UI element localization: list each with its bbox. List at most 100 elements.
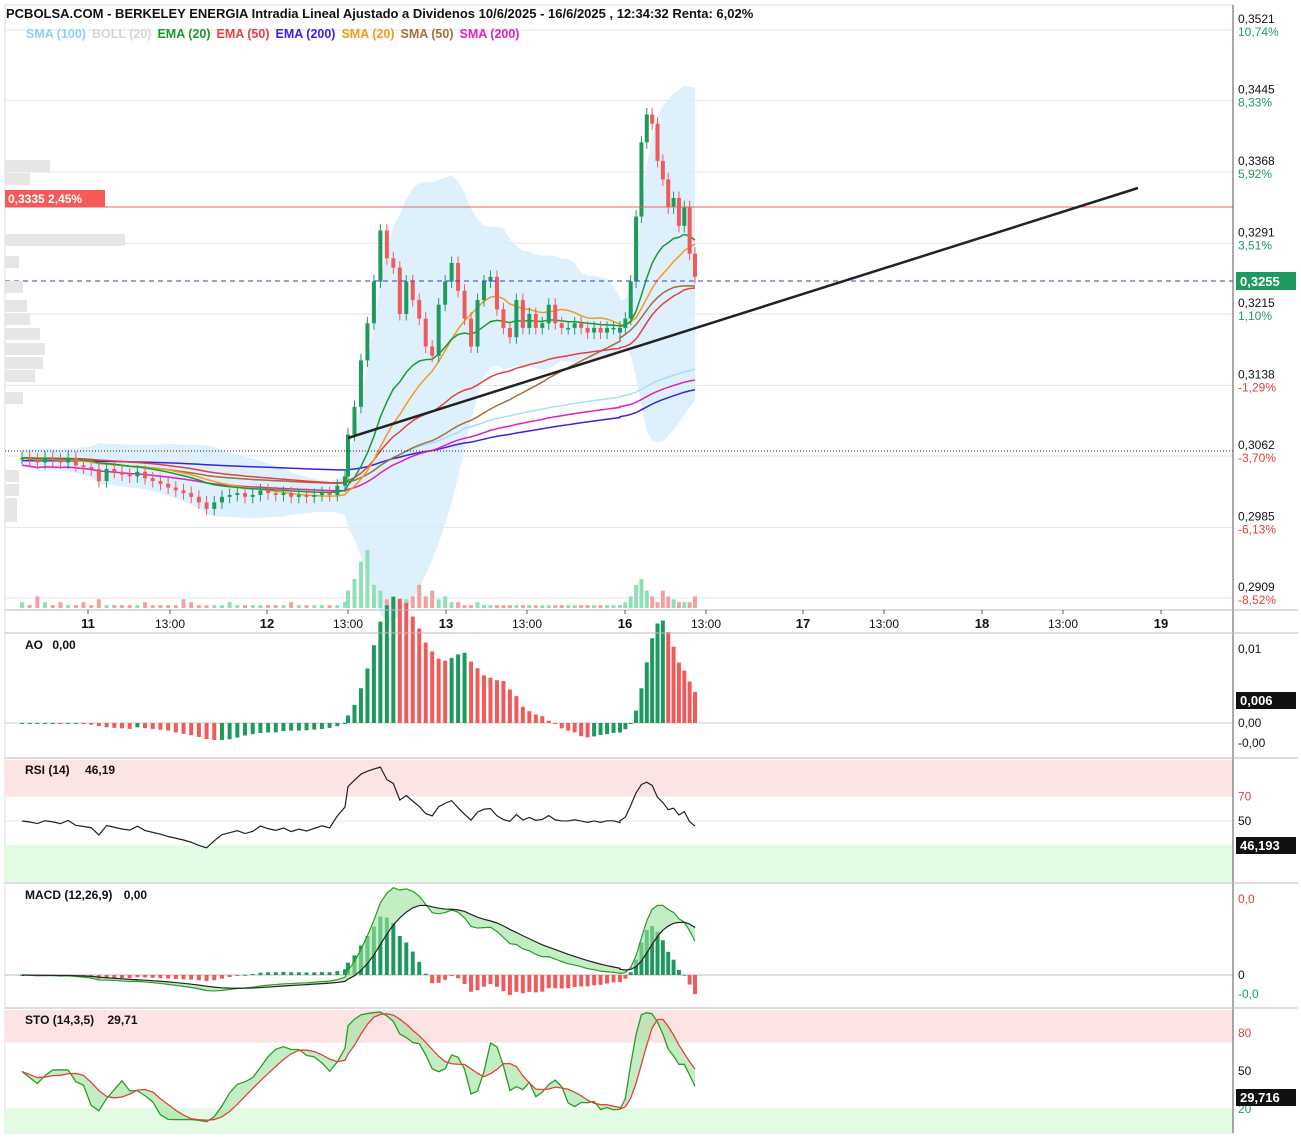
macd-histogram-bar bbox=[553, 975, 558, 989]
rsi-tick-label: 70 bbox=[1238, 790, 1252, 804]
candle-body bbox=[397, 267, 402, 314]
price-tick-label: 0,3138 bbox=[1238, 367, 1275, 381]
macd-histogram-bar bbox=[475, 975, 480, 991]
pct-tick-label: 8,33% bbox=[1238, 96, 1272, 110]
candle-body bbox=[189, 493, 194, 497]
candle-body bbox=[462, 290, 467, 319]
ao-tick-label: -0,00 bbox=[1238, 736, 1266, 750]
ao-bar bbox=[378, 621, 383, 723]
candle-body bbox=[327, 493, 332, 495]
macd-histogram-bar bbox=[227, 975, 232, 977]
volume-profile-bar bbox=[5, 484, 19, 496]
volume-bar bbox=[456, 602, 461, 608]
macd-histogram-bar bbox=[482, 975, 486, 987]
macd-histogram-bar bbox=[212, 975, 217, 981]
ao-bar bbox=[533, 714, 538, 723]
macd-histogram-bar bbox=[196, 975, 201, 981]
volume-bar bbox=[212, 605, 217, 608]
volume-bar bbox=[189, 602, 194, 608]
candle-body bbox=[319, 493, 324, 495]
legend-item: SMA (20) bbox=[341, 27, 395, 41]
ao-bar bbox=[475, 668, 480, 723]
candle-body bbox=[650, 114, 655, 124]
macd-histogram-bar bbox=[436, 975, 441, 983]
candle-body bbox=[212, 502, 217, 509]
macd-histogram-bar bbox=[250, 973, 255, 975]
ao-bar bbox=[520, 706, 525, 723]
volume-bar bbox=[660, 590, 665, 608]
ao-bar bbox=[682, 670, 687, 723]
volume-bar bbox=[423, 596, 428, 608]
volume-bar bbox=[135, 605, 140, 608]
ao-bar bbox=[644, 662, 649, 723]
candle-body bbox=[50, 457, 55, 460]
ao-bar bbox=[127, 723, 132, 729]
macd-histogram-bar bbox=[266, 972, 271, 975]
price-tick-label: 0,2909 bbox=[1238, 580, 1275, 594]
volume-bar bbox=[127, 605, 132, 608]
rsi-oversold-zone bbox=[5, 845, 1233, 882]
ao-bar bbox=[436, 658, 441, 723]
macd-histogram-bar bbox=[158, 975, 163, 979]
macd-histogram-bar bbox=[189, 975, 194, 980]
macd-histogram-bar bbox=[520, 975, 525, 994]
macd-histogram-bar bbox=[296, 972, 301, 975]
ao-bar bbox=[527, 711, 532, 723]
volume-bar bbox=[628, 596, 633, 608]
ao-bar bbox=[58, 723, 63, 724]
macd-histogram-bar bbox=[289, 972, 294, 975]
ao-bar bbox=[66, 723, 71, 724]
volume-bar bbox=[173, 605, 178, 608]
volume-profile-bar bbox=[5, 256, 19, 268]
pct-tick-label: -8,52% bbox=[1238, 593, 1276, 607]
volume-bar bbox=[166, 605, 171, 608]
time-tick-label: 16 bbox=[618, 616, 632, 631]
ao-bar bbox=[634, 710, 639, 723]
volume-bar bbox=[352, 579, 357, 608]
ao-label: AO 0,00 bbox=[25, 638, 76, 652]
volume-bar bbox=[96, 599, 101, 608]
candle-body bbox=[494, 276, 499, 310]
ao-bar bbox=[204, 723, 209, 740]
ao-bar bbox=[319, 723, 324, 729]
current-price-text: 0,3255 bbox=[1240, 274, 1280, 289]
ao-bar bbox=[469, 661, 474, 723]
candle-body bbox=[127, 474, 132, 477]
candle-body bbox=[628, 281, 633, 319]
volume-bar bbox=[682, 602, 687, 608]
candle-body bbox=[181, 490, 186, 494]
volume-profile-bar bbox=[5, 343, 45, 355]
macd-histogram-bar bbox=[304, 972, 309, 975]
volume-bar bbox=[365, 550, 370, 608]
candle-body bbox=[281, 493, 286, 495]
macd-histogram-bar bbox=[410, 951, 415, 975]
ao-bar bbox=[579, 723, 584, 737]
volume-bar bbox=[475, 602, 480, 608]
rsi-tick-label: 50 bbox=[1238, 814, 1252, 828]
macd-histogram-bar bbox=[423, 973, 428, 975]
sto-last-text: 29,716 bbox=[1240, 1090, 1280, 1105]
ao-title: AO bbox=[25, 638, 43, 652]
candle-body bbox=[507, 327, 512, 338]
time-tick-label: 13:00 bbox=[512, 617, 542, 631]
ao-panel: 0,01 0,00 -0,00 0,006 bbox=[5, 596, 1296, 750]
ao-bar bbox=[20, 723, 24, 724]
volume-bar bbox=[449, 602, 454, 608]
candle-body bbox=[634, 216, 639, 282]
ao-bar bbox=[585, 723, 590, 738]
candle-body bbox=[358, 360, 363, 407]
ao-bar bbox=[482, 675, 486, 723]
time-tick-label: 13:00 bbox=[1048, 617, 1078, 631]
macd-histogram-bar bbox=[449, 975, 454, 977]
volume-bar bbox=[650, 596, 655, 608]
ao-bar bbox=[514, 696, 519, 723]
price-tick-label: 0,3521 bbox=[1238, 12, 1275, 26]
macd-histogram-bar bbox=[273, 972, 278, 975]
ao-bar bbox=[404, 602, 409, 723]
candle-body bbox=[443, 281, 448, 305]
macd-histogram-bar bbox=[281, 971, 286, 975]
pct-tick-label: 10,74% bbox=[1238, 25, 1279, 39]
pct-tick-label: 5,92% bbox=[1238, 167, 1272, 181]
ao-bar bbox=[605, 723, 610, 735]
candle-body bbox=[514, 300, 519, 338]
